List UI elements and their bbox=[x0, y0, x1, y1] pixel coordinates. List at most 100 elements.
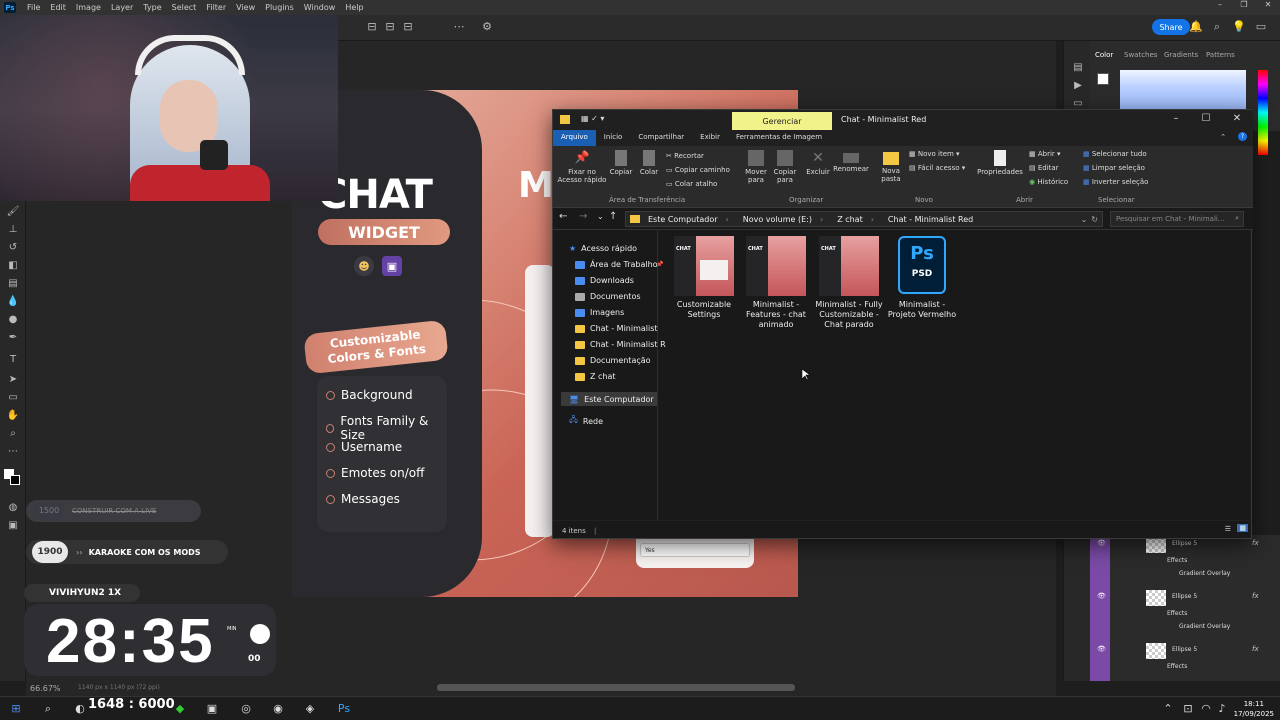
open-button[interactable]: ▦ Abrir ▾ bbox=[1029, 150, 1061, 158]
file-item[interactable]: Ps PSD Minimalist - Projeto Vermelho bbox=[887, 236, 957, 320]
align-right-icon[interactable]: ⊟ bbox=[401, 20, 415, 34]
close-icon[interactable]: ✕ bbox=[1256, 0, 1280, 9]
photoshop-taskbar-icon[interactable]: Ps bbox=[336, 701, 352, 717]
explorer-titlebar[interactable]: ▦ ✓ ▾ Gerenciar Chat - Minimalist Red – … bbox=[553, 110, 1253, 130]
brush-tool-icon[interactable]: 🖌 bbox=[5, 205, 21, 219]
menu-file[interactable]: File bbox=[22, 3, 45, 12]
history-button[interactable]: ◉ Histórico bbox=[1029, 178, 1068, 186]
copy-button[interactable]: Copiar bbox=[609, 150, 633, 176]
menu-plugins[interactable]: Plugins bbox=[260, 3, 299, 12]
eye-icon[interactable]: 👁 bbox=[1097, 539, 1106, 547]
menu-help[interactable]: Help bbox=[340, 3, 368, 12]
horizontal-scrollbar[interactable] bbox=[437, 684, 795, 691]
menu-edit[interactable]: Edit bbox=[45, 3, 71, 12]
app-green-icon[interactable]: ◆ bbox=[172, 701, 188, 717]
menu-select[interactable]: Select bbox=[167, 3, 202, 12]
background-color-swatch[interactable] bbox=[10, 475, 20, 485]
align-center-icon[interactable]: ⊟ bbox=[383, 20, 397, 34]
wifi-icon[interactable]: ◠ bbox=[1198, 701, 1214, 717]
windows-start-icon[interactable]: ⊞ bbox=[8, 701, 24, 717]
tray-expand-icon[interactable]: ⌃ bbox=[1160, 701, 1176, 717]
address-bar[interactable]: Este Computador › Novo volume (E:) › Z cha… bbox=[625, 211, 1103, 227]
cut-button[interactable]: ✂ Recortar bbox=[666, 152, 704, 160]
hand-tool-icon[interactable]: ✋ bbox=[5, 409, 21, 423]
breadcrumb-item[interactable]: Z chat bbox=[837, 215, 863, 224]
nav-this-pc[interactable]: 🖥 Este Computador bbox=[561, 392, 657, 406]
type-tool-icon[interactable]: T bbox=[5, 353, 21, 367]
breadcrumb-item[interactable]: Novo volume (E:) bbox=[743, 215, 812, 224]
stamp-tool-icon[interactable]: ⊥ bbox=[5, 223, 21, 237]
nav-network[interactable]: 🖧 Rede bbox=[569, 414, 603, 428]
blur-tool-icon[interactable]: 💧 bbox=[5, 295, 21, 309]
file-item[interactable]: CHAT Customizable Settings bbox=[669, 236, 739, 320]
menu-filter[interactable]: Filter bbox=[201, 3, 231, 12]
edit-button[interactable]: ▤ Editar bbox=[1029, 164, 1059, 172]
edge-browser-icon[interactable]: ◐ bbox=[72, 701, 88, 717]
tab-gradients[interactable]: Gradients bbox=[1164, 51, 1198, 59]
screen-mode-icon[interactable]: ▣ bbox=[5, 519, 21, 533]
tab-arquivo[interactable]: Arquivo bbox=[553, 130, 596, 146]
menu-layer[interactable]: Layer bbox=[106, 3, 138, 12]
app-icon[interactable]: ◉ bbox=[270, 701, 286, 717]
search-icon[interactable]: ⌕ bbox=[1210, 20, 1224, 34]
properties-icon[interactable]: ▤ bbox=[1070, 61, 1086, 75]
gradient-tool-icon[interactable]: ▤ bbox=[5, 277, 21, 291]
path-select-tool-icon[interactable]: ➤ bbox=[5, 373, 21, 387]
zoom-level[interactable]: 66.67% bbox=[30, 684, 61, 693]
paste-button[interactable]: Colar bbox=[637, 150, 661, 176]
recent-dropdown-icon[interactable]: ⌄ bbox=[597, 212, 604, 221]
nav-item-downloads[interactable]: Downloads bbox=[575, 276, 634, 285]
nav-item-desktop[interactable]: Área de Trabalho 📌 bbox=[575, 260, 664, 269]
search-icon[interactable]: ⌕ bbox=[40, 701, 56, 717]
pen-tool-icon[interactable]: ✒ bbox=[5, 331, 21, 345]
close-icon[interactable]: ✕ bbox=[1224, 113, 1250, 124]
volume-icon[interactable]: ♪ bbox=[1214, 701, 1230, 717]
layer-row[interactable]: 👁 Ellipse 5 fx Effects Gradient Overlay bbox=[1089, 535, 1269, 588]
menu-window[interactable]: Window bbox=[299, 3, 341, 12]
minimize-icon[interactable]: – bbox=[1163, 113, 1189, 124]
hue-slider[interactable] bbox=[1258, 70, 1268, 155]
zoom-tool-icon[interactable]: ⌕ bbox=[5, 427, 21, 441]
play-actions-icon[interactable]: ▶ bbox=[1070, 79, 1086, 93]
manage-tab[interactable]: Gerenciar bbox=[732, 112, 832, 130]
nav-quick-access[interactable]: ★ Acesso rápido bbox=[569, 244, 637, 253]
layer-row[interactable]: 👁 Ellipse 5 fx Effects bbox=[1089, 641, 1269, 681]
nav-item-documents[interactable]: Documentos bbox=[575, 292, 641, 301]
rectangle-tool-icon[interactable]: ▭ bbox=[5, 391, 21, 405]
taskbar-clock[interactable]: 18:11 17/09/2025 bbox=[1234, 699, 1274, 719]
select-all-button[interactable]: ▦ Selecionar tudo bbox=[1083, 150, 1147, 158]
invert-selection-button[interactable]: ▦ Inverter seleção bbox=[1083, 178, 1148, 186]
nav-item-images[interactable]: Imagens bbox=[575, 308, 624, 317]
details-view-icon[interactable]: ☰ bbox=[1225, 525, 1231, 533]
back-arrow-icon[interactable]: ← bbox=[559, 211, 567, 222]
paste-shortcut-button[interactable]: ▭ Colar atalho bbox=[666, 180, 717, 188]
copy-path-button[interactable]: ▭ Copiar caminho bbox=[666, 166, 730, 174]
settings-gear-icon[interactable]: ⚙ bbox=[480, 20, 494, 34]
rename-button[interactable]: Renomear bbox=[833, 150, 869, 173]
clear-selection-button[interactable]: ▦ Limpar seleção bbox=[1083, 164, 1145, 172]
menu-type[interactable]: Type bbox=[138, 3, 166, 12]
nav-item-folder[interactable]: Chat - Minimalist R bbox=[575, 340, 666, 349]
large-icons-view-icon[interactable]: ▦ bbox=[1237, 524, 1248, 532]
menu-image[interactable]: Image bbox=[71, 3, 106, 12]
restore-icon[interactable]: ❐ bbox=[1232, 0, 1256, 9]
quick-mask-icon[interactable]: ◍ bbox=[5, 501, 21, 515]
new-item-button[interactable]: ▦ Novo item ▾ bbox=[909, 150, 960, 158]
eye-icon[interactable]: 👁 bbox=[1097, 592, 1106, 600]
fg-color-swatch[interactable] bbox=[1097, 73, 1109, 85]
ribbon-collapse-icon[interactable]: ⌃ bbox=[1214, 130, 1232, 146]
tab-compartilhar[interactable]: Compartilhar bbox=[630, 130, 692, 146]
more-options-icon[interactable]: ⋯ bbox=[452, 20, 466, 34]
menu-view[interactable]: View bbox=[231, 3, 260, 12]
nav-item-folder[interactable]: Chat - Minimalist bbox=[575, 324, 658, 333]
pin-quick-access-button[interactable]: 📌 Fixar no Acesso rápido bbox=[557, 150, 607, 184]
new-folder-button[interactable]: Nova pasta bbox=[879, 150, 903, 183]
workspace-icon[interactable]: ▭ bbox=[1254, 20, 1268, 34]
app-icon[interactable]: ◈ bbox=[302, 701, 318, 717]
share-button[interactable]: Share bbox=[1152, 19, 1190, 35]
breadcrumb-item[interactable]: Este Computador bbox=[648, 215, 718, 224]
tab-swatches[interactable]: Swatches bbox=[1124, 51, 1157, 59]
up-arrow-icon[interactable]: ↑ bbox=[609, 211, 617, 222]
more-tools-icon[interactable]: ⋯ bbox=[5, 445, 21, 459]
breadcrumb-item[interactable]: Chat - Minimalist Red bbox=[888, 215, 973, 224]
